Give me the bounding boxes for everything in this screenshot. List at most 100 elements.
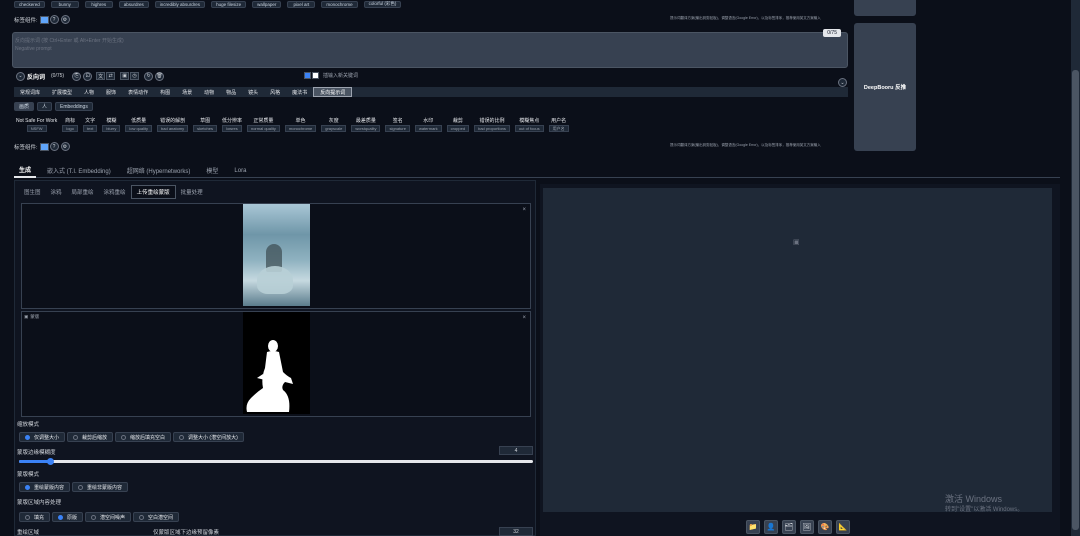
mask-mode-option[interactable]: 重绘蒙版内容: [19, 482, 71, 492]
mask-image-box[interactable]: ▣ 蒙版 ×: [21, 311, 531, 417]
expand-chevron-icon[interactable]: ⌄: [838, 78, 847, 87]
sub-tab[interactable]: 人: [37, 102, 53, 111]
top-tag-chip[interactable]: colorful (彩色): [363, 0, 402, 8]
negative-tag[interactable]: 低质量 low quality: [125, 117, 153, 132]
main-tab[interactable]: 模型: [201, 164, 223, 177]
mask-mode-option[interactable]: 重绘非蒙版内容: [72, 482, 129, 492]
swap-icon[interactable]: ⇄: [106, 72, 116, 80]
category-tab[interactable]: 服饰: [100, 87, 122, 97]
radio-dot[interactable]: [121, 434, 127, 440]
negative-tag-en[interactable]: blurry: [102, 125, 121, 132]
mask-blur-slider[interactable]: [19, 458, 533, 465]
negative-tag[interactable]: 文字 text: [82, 117, 98, 132]
category-tab[interactable]: 构图: [154, 87, 176, 97]
top-tag-chip[interactable]: checkered: [14, 0, 45, 8]
negative-tag-en[interactable]: out of focus: [514, 125, 544, 132]
img2img-tab[interactable]: 图生图: [19, 186, 46, 198]
masked-content-option[interactable]: 原版: [52, 512, 84, 522]
img2img-tab[interactable]: 涂鸦: [46, 186, 67, 198]
image-icon[interactable]: ▣: [120, 72, 130, 80]
resize-mode-option[interactable]: 裁剪后缩放: [67, 432, 114, 442]
top-tag-chip[interactable]: bunny: [50, 0, 79, 8]
clipboard-icon[interactable]: ⊡: [83, 71, 93, 81]
ruler-icon[interactable]: 📐: [836, 520, 850, 534]
negative-tag[interactable]: Not Safe For Work NSFW: [16, 117, 57, 132]
mask-blur-input[interactable]: 4: [499, 446, 533, 455]
main-tab[interactable]: 超网络 (Hypernetworks): [122, 164, 196, 177]
trash-icon[interactable]: 🗑: [155, 71, 165, 81]
mask-blur-slider-thumb[interactable]: [46, 458, 54, 465]
negative-tag[interactable]: 单色 monochrome: [284, 117, 317, 132]
negative-tag-en[interactable]: grayscale: [321, 125, 347, 132]
radio-dot[interactable]: [58, 514, 64, 520]
category-tab[interactable]: 扩展模型: [46, 87, 78, 97]
resize-mode-option[interactable]: 调整大小 (潜空间放大): [173, 432, 244, 442]
resize-mode-option[interactable]: 仅调整大小: [19, 432, 66, 442]
negative-tag[interactable]: 水印 watermark: [414, 117, 442, 132]
negative-tag-en[interactable]: normal quality: [246, 125, 280, 132]
img2img-tab[interactable]: 涂鸦重绘: [99, 186, 131, 198]
negative-tag[interactable]: 灰度 grayscale: [321, 117, 347, 132]
top-tag-chip[interactable]: monochrome: [321, 0, 358, 8]
sub-tab[interactable]: Embeddings: [55, 102, 93, 111]
category-tab[interactable]: 人物: [78, 87, 100, 97]
negative-tag[interactable]: 正常质量 normal quality: [246, 117, 280, 132]
negative-tag[interactable]: 模糊焦点 out of focus: [514, 117, 544, 132]
negative-tag[interactable]: 草图 sketches: [193, 117, 217, 132]
negative-tag[interactable]: 错误的解剖 bad anatomy: [157, 117, 189, 132]
top-tag-chip[interactable]: huge filesize: [211, 0, 247, 8]
negative-tag-en[interactable]: sketches: [193, 125, 217, 132]
negative-tag[interactable]: 最差质量 worstquality: [351, 117, 381, 132]
radio-dot[interactable]: [179, 434, 185, 440]
settings-icon[interactable]: ⚙: [60, 15, 70, 24]
category-tab[interactable]: 动物: [198, 87, 220, 97]
category-tab[interactable]: 物品: [220, 87, 242, 97]
settings-icon[interactable]: ⚙: [60, 142, 70, 151]
top-tag-chip[interactable]: highres: [84, 0, 113, 8]
main-tab[interactable]: 生成: [14, 163, 37, 178]
sub-tab[interactable]: 画质: [14, 102, 35, 111]
close-icon[interactable]: ×: [522, 207, 526, 213]
deepbooru-button[interactable]: DeepBooru 反推: [854, 23, 916, 151]
category-tab[interactable]: 魔法书: [286, 87, 313, 97]
resize-mode-option[interactable]: 缩放后填充空白: [115, 432, 172, 442]
top-tag-chip[interactable]: pixel art: [287, 0, 316, 8]
top-tag-chip[interactable]: wallpaper: [252, 0, 282, 8]
collapse-icon[interactable]: ⌄: [16, 71, 25, 81]
negative-tag-en[interactable]: worstquality: [351, 125, 381, 132]
layers-icon[interactable]: 🗂: [782, 520, 796, 534]
insert-checkbox-2[interactable]: [312, 72, 319, 79]
refresh-icon[interactable]: ↻: [144, 71, 154, 81]
negative-prompt-textarea[interactable]: 反向提示词 (按 Ctrl+Enter 或 Alt+Enter 开始生成) Ne…: [12, 29, 848, 68]
negative-tag[interactable]: 低分辨率 lowres: [222, 117, 242, 132]
radio-dot[interactable]: [91, 514, 97, 520]
negative-tag[interactable]: 商标 logo: [62, 117, 78, 132]
img2img-tab[interactable]: 局部重绘: [67, 186, 99, 198]
radio-dot[interactable]: [73, 434, 79, 440]
category-tab[interactable]: 镜头: [242, 87, 264, 97]
radio-dot[interactable]: [139, 514, 145, 520]
copy-icon[interactable]: ⎘: [72, 71, 82, 81]
category-tab[interactable]: 风格: [264, 87, 286, 97]
negative-tag-en[interactable]: NSFW: [26, 125, 47, 132]
main-tab[interactable]: Lora: [229, 166, 251, 176]
radio-dot[interactable]: [25, 434, 30, 440]
folder-icon[interactable]: 📁: [746, 520, 760, 534]
negative-tag[interactable]: 签名 signature: [385, 117, 410, 132]
help-icon[interactable]: ?: [49, 15, 59, 24]
category-tab[interactable]: 常规词库: [14, 87, 46, 97]
palette-icon[interactable]: 🎨: [818, 520, 832, 534]
image-icon[interactable]: 🖼: [800, 520, 814, 534]
close-icon[interactable]: ×: [522, 315, 526, 321]
negative-tag-en[interactable]: 用户名: [548, 125, 569, 132]
negative-tag[interactable]: 用户名 用户名: [548, 117, 569, 132]
insert-option[interactable]: 插输入新关键词: [304, 72, 358, 79]
radio-dot[interactable]: [78, 484, 84, 490]
negative-tag[interactable]: 裁剪 cropped: [446, 117, 470, 132]
top-tag-chip[interactable]: incredibly absurdres: [154, 0, 206, 8]
negative-tag-en[interactable]: lowres: [222, 125, 242, 132]
category-tab[interactable]: 反向提示词: [313, 87, 353, 97]
scrollbar-thumb[interactable]: [1072, 70, 1079, 530]
scrollbar-track[interactable]: [1071, 0, 1080, 536]
negative-tag[interactable]: 模糊 blurry: [102, 117, 121, 132]
